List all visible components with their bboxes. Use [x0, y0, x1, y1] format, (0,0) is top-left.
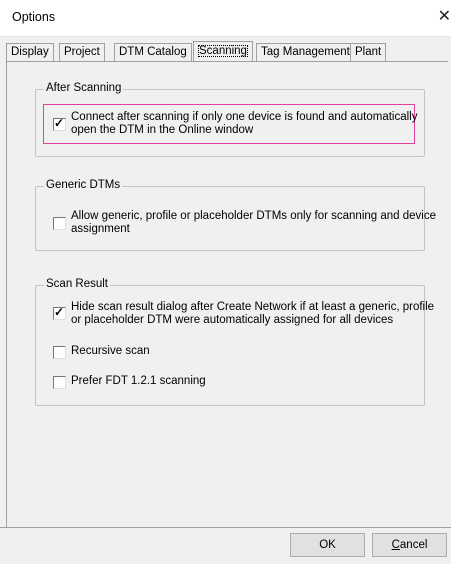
scan-result-title: Scan Result — [44, 278, 111, 290]
hide-scan-result-label: Hide scan result dialog after Create Net… — [71, 301, 435, 326]
after-scanning-title: After Scanning — [44, 82, 124, 94]
window-title: Options — [12, 10, 56, 24]
connect-after-scan-label: Connect after scanning if only one devic… — [71, 111, 418, 136]
connect-after-scan-checkbox[interactable]: ✓ — [53, 116, 66, 131]
tab-project[interactable]: Project — [59, 43, 105, 61]
generic-dtms-title: Generic DTMs — [44, 179, 123, 191]
prefer-fdt-label: Prefer FDT 1.2.1 scanning — [71, 375, 206, 387]
allow-generic-dtms-checkbox[interactable] — [53, 217, 66, 230]
recursive-scan-label: Recursive scan — [71, 345, 150, 357]
tab-dtm-catalog[interactable]: DTM Catalog — [114, 43, 192, 61]
ok-button[interactable]: OK — [290, 533, 365, 557]
title-bar: Options ✕ — [0, 0, 451, 37]
recursive-scan-checkbox[interactable] — [53, 346, 66, 359]
tab-plant[interactable]: Plant — [350, 43, 387, 61]
check-mark-icon: ✓ — [54, 305, 65, 319]
check-mark-icon: ✓ — [54, 116, 65, 130]
cancel-button[interactable]: Cancel — [372, 533, 447, 557]
tab-tag-management[interactable]: Tag Management — [256, 43, 355, 61]
allow-generic-dtms-label: Allow generic, profile or placeholder DT… — [71, 210, 436, 235]
close-icon[interactable]: ✕ — [438, 6, 451, 26]
prefer-fdt-checkbox[interactable] — [53, 376, 66, 389]
tab-display[interactable]: Display — [6, 43, 54, 61]
tab-scanning[interactable]: Scanning — [193, 41, 253, 61]
bottom-separator — [0, 527, 451, 528]
hide-scan-result-checkbox[interactable]: ✓ — [53, 305, 66, 320]
